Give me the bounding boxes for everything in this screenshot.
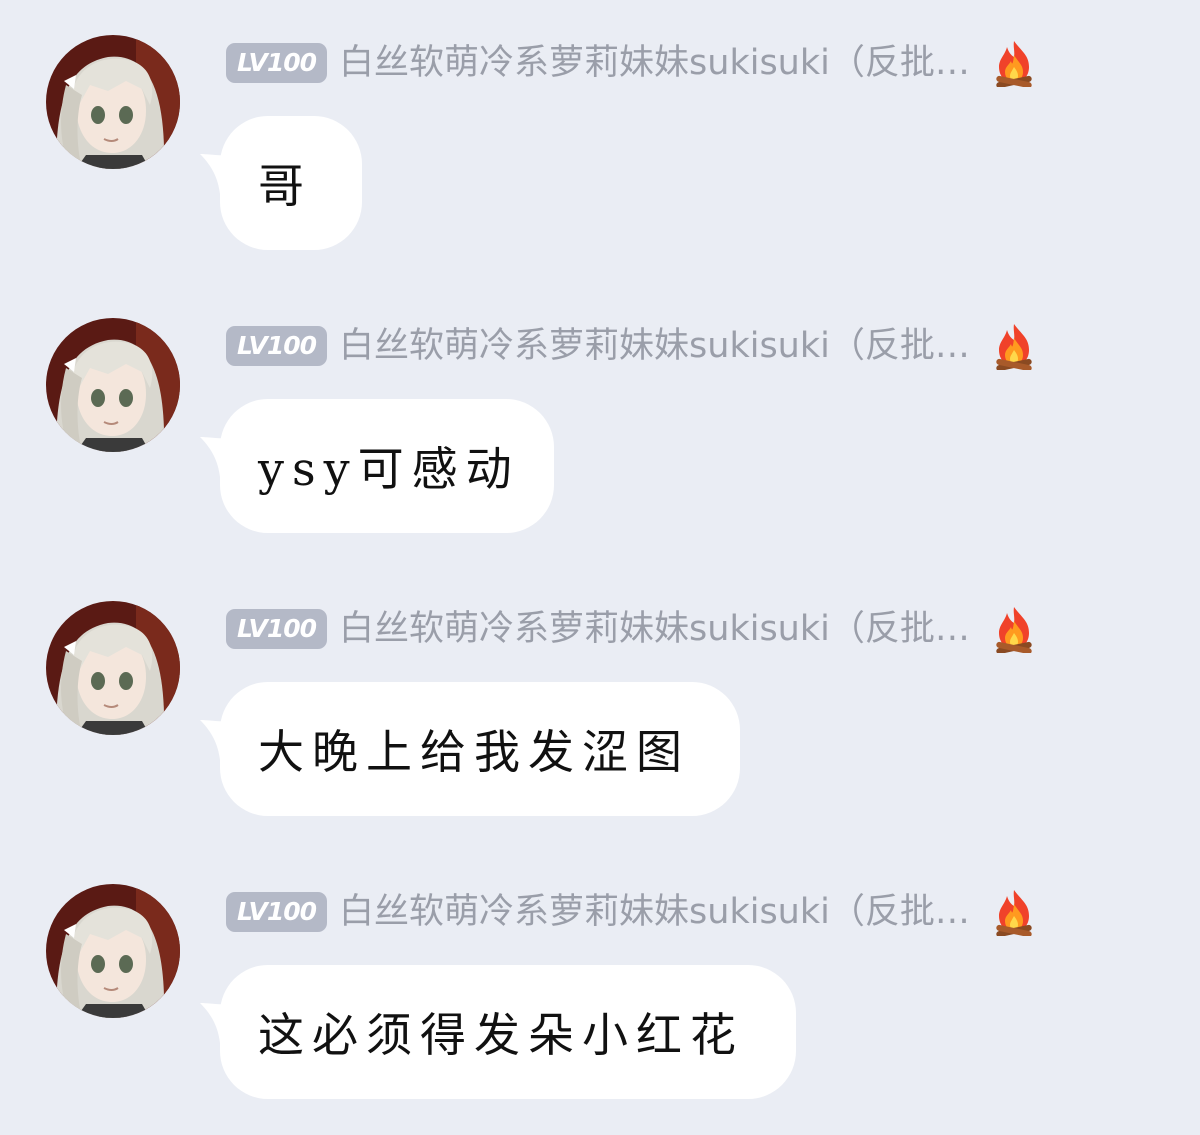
- message-bubble[interactable]: 这必须得发朵小红花: [220, 965, 796, 1099]
- chat-message: LV100 白丝软萌冷系萝莉妹妹sukisuki（反批… 大晚上给我发涩图: [0, 566, 1200, 816]
- avatar[interactable]: [46, 601, 180, 735]
- avatar[interactable]: [46, 884, 180, 1018]
- fire-icon: [990, 322, 1038, 370]
- level-badge: LV100: [226, 43, 328, 83]
- message-header: LV100 白丝软萌冷系萝莉妹妹sukisuki（反批…: [226, 39, 1038, 87]
- chat-message: LV100 白丝软萌冷系萝莉妹妹sukisuki（反批… ysy可感动: [0, 283, 1200, 533]
- sender-nickname[interactable]: 白丝软萌冷系萝莉妹妹sukisuki（反批…: [339, 889, 970, 935]
- fire-icon: [990, 39, 1038, 87]
- avatar-image: [46, 601, 180, 735]
- message-bubble[interactable]: 哥: [220, 116, 362, 250]
- level-badge: LV100: [226, 326, 328, 366]
- sender-nickname[interactable]: 白丝软萌冷系萝莉妹妹sukisuki（反批…: [339, 40, 970, 86]
- level-badge: LV100: [226, 609, 328, 649]
- message-text: 哥: [258, 159, 312, 213]
- chat-message: LV100 白丝软萌冷系萝莉妹妹sukisuki（反批… 这必须得发朵小红花: [0, 849, 1200, 1099]
- message-text: 大晚上给我发涩图: [258, 725, 690, 779]
- avatar-image: [46, 35, 180, 169]
- message-bubble[interactable]: ysy可感动: [220, 399, 554, 533]
- message-header: LV100 白丝软萌冷系萝莉妹妹sukisuki（反批…: [226, 605, 1038, 653]
- sender-nickname[interactable]: 白丝软萌冷系萝莉妹妹sukisuki（反批…: [339, 323, 970, 369]
- message-text: 这必须得发朵小红花: [258, 1008, 744, 1062]
- message-header: LV100 白丝软萌冷系萝莉妹妹sukisuki（反批…: [226, 322, 1038, 370]
- sender-nickname[interactable]: 白丝软萌冷系萝莉妹妹sukisuki（反批…: [339, 606, 970, 652]
- message-header: LV100 白丝软萌冷系萝莉妹妹sukisuki（反批…: [226, 888, 1038, 936]
- message-bubble[interactable]: 大晚上给我发涩图: [220, 682, 740, 816]
- level-badge: LV100: [226, 892, 328, 932]
- chat-message: LV100 白丝软萌冷系萝莉妹妹sukisuki（反批… 哥: [0, 0, 1200, 250]
- avatar[interactable]: [46, 318, 180, 452]
- fire-icon: [990, 888, 1038, 936]
- avatar-image: [46, 884, 180, 1018]
- avatar-image: [46, 318, 180, 452]
- message-text: ysy可感动: [258, 442, 520, 496]
- avatar[interactable]: [46, 35, 180, 169]
- fire-icon: [990, 605, 1038, 653]
